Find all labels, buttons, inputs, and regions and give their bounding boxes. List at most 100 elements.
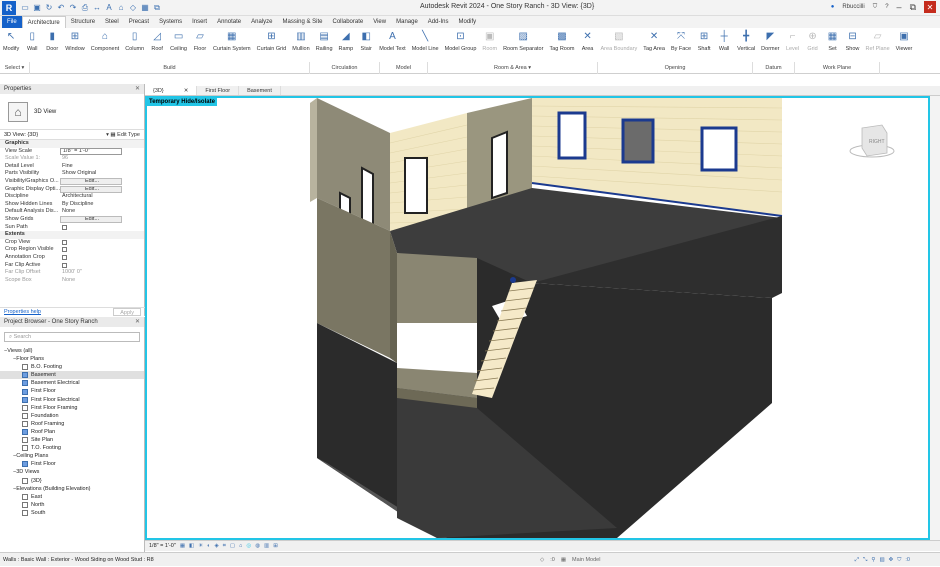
drag-elements-icon[interactable]: ✥ — [889, 553, 894, 567]
tab-add-ins[interactable]: Add-Ins — [423, 16, 454, 28]
print-icon[interactable]: ⎙ — [80, 3, 90, 13]
tree-item[interactable]: {3D} — [0, 477, 144, 485]
property-value[interactable]: 1/8" = 1'-0" — [60, 148, 122, 155]
ceiling-button[interactable]: ▭ Ceiling — [167, 30, 190, 53]
tree-item[interactable]: B.O. Footing — [0, 363, 144, 371]
tree-item[interactable]: South — [0, 509, 144, 517]
select-underlay-icon[interactable]: ⤡ — [863, 553, 867, 567]
checkbox-icon[interactable] — [62, 239, 67, 245]
selection-grip[interactable] — [510, 277, 516, 283]
edit-type-button[interactable]: ▾ ▦ Edit Type — [106, 132, 140, 138]
tree-item[interactable]: East — [0, 493, 144, 501]
ref-plane-button[interactable]: ▱ Ref Plane — [863, 30, 893, 53]
set-button[interactable]: ▦ Set — [823, 30, 843, 53]
tree-group[interactable]: − Ceiling Plans — [0, 452, 144, 460]
switch-windows-icon[interactable]: ⧉ — [152, 3, 162, 13]
property-value[interactable]: Edit... — [60, 216, 122, 223]
floor-button[interactable]: ▱ Floor — [190, 30, 210, 53]
vertical-button[interactable]: ╋ Vertical — [734, 30, 758, 53]
tree-item[interactable]: North — [0, 501, 144, 509]
model-selector[interactable]: Main Model — [572, 553, 600, 567]
tree-item[interactable]: T.O. Footing — [0, 444, 144, 452]
tree-group[interactable]: − 3D Views — [0, 468, 144, 476]
close-hidden-icon[interactable]: ▦ — [140, 3, 150, 13]
basement-mid-wall[interactable] — [397, 253, 477, 323]
ribbon-group-build[interactable]: Build — [30, 62, 310, 74]
text-icon[interactable]: A — [104, 3, 114, 13]
top-window-3[interactable] — [700, 126, 738, 172]
close-icon[interactable]: ✕ — [184, 86, 189, 95]
shadows-icon[interactable]: ◐ — [207, 541, 210, 551]
property-checkbox[interactable] — [60, 254, 122, 262]
property-checkbox[interactable] — [60, 246, 122, 254]
browser-search-input[interactable]: ⌕ Search — [4, 332, 140, 342]
tree-item[interactable]: First Floor — [0, 387, 144, 395]
property-checkbox[interactable] — [60, 239, 122, 247]
view-tab-3d[interactable]: {3D} ✕ — [145, 86, 198, 95]
wall-button[interactable]: ▯ Wall — [22, 30, 42, 53]
room-button[interactable]: ▣ Room — [479, 30, 500, 53]
area-button[interactable]: ✕ Area — [578, 30, 598, 53]
3d-viewport[interactable]: RIGHT Temporary Hide/Isolate — [145, 96, 930, 540]
by-face-button[interactable]: ⤧ By Face — [668, 30, 694, 53]
sync-icon[interactable]: ↻ — [44, 3, 54, 13]
show-button[interactable]: ⊟ Show — [843, 30, 863, 53]
close-icon[interactable]: ✕ — [135, 84, 140, 94]
tab-systems[interactable]: Systems — [154, 16, 187, 28]
viewport-scrollbar[interactable] — [930, 96, 940, 540]
model-text-button[interactable]: A Model Text — [376, 30, 409, 53]
tree-group[interactable]: − Elevations (Building Elevation) — [0, 485, 144, 493]
user-name[interactable]: Rbuccilli — [842, 4, 864, 10]
highlight-icon[interactable]: ⊞ — [273, 541, 278, 551]
view-scale[interactable]: 1/8" = 1'-0" — [149, 541, 176, 551]
ribbon-group-room-area[interactable]: Room & Area ▾ — [428, 62, 598, 74]
tag-area-button[interactable]: ✕ Tag Area — [640, 30, 668, 53]
window-button[interactable]: ⊞ Window — [62, 30, 88, 53]
ribbon-group-datum[interactable]: Datum — [753, 62, 795, 74]
analytical-icon[interactable]: ▥ — [264, 541, 269, 551]
workset-icon[interactable]: ◇ — [540, 553, 544, 567]
filter-icon[interactable]: ⛉ — [897, 553, 901, 567]
close-icon[interactable]: ✕ — [135, 317, 140, 327]
tree-item[interactable]: Roof Framing — [0, 420, 144, 428]
tab-manage[interactable]: Manage — [391, 16, 423, 28]
dormer-button[interactable]: ◤ Dormer — [758, 30, 782, 53]
top-window-2[interactable] — [621, 118, 655, 164]
roof-button[interactable]: ◿ Roof — [147, 30, 167, 53]
reveal-hidden-icon[interactable]: ◍ — [255, 541, 260, 551]
tree-item[interactable]: Roof Plan — [0, 428, 144, 436]
checkbox-icon[interactable] — [62, 224, 67, 230]
tab-analyze[interactable]: Analyze — [246, 16, 277, 28]
modify-button[interactable]: ↖ Modify — [0, 30, 22, 53]
tab-collaborate[interactable]: Collaborate — [328, 16, 369, 28]
window-middle[interactable] — [404, 157, 428, 214]
tree-item[interactable]: First Floor Framing — [0, 404, 144, 412]
temporary-isolate-icon[interactable]: ◎ — [246, 541, 251, 551]
crop-region-icon[interactable]: ▢ — [230, 541, 235, 551]
tab-massing-site[interactable]: Massing & Site — [277, 16, 327, 28]
checkbox-icon[interactable] — [62, 254, 67, 260]
shaft-button[interactable]: ⊞ Shaft — [694, 30, 714, 53]
checkbox-icon[interactable] — [62, 262, 67, 268]
select-pinned-icon[interactable]: ⚲ — [871, 553, 875, 567]
model-3d-view[interactable]: RIGHT — [147, 98, 928, 538]
top-window-1[interactable] — [557, 111, 587, 160]
select-links-icon[interactable]: ⤢ — [855, 553, 859, 567]
property-checkbox[interactable] — [60, 262, 122, 270]
door-button[interactable]: ▮ Door — [42, 30, 62, 53]
measure-icon[interactable]: ↔ — [92, 3, 102, 13]
railing-button[interactable]: ▤ Railing — [313, 30, 336, 53]
tab-structure[interactable]: Structure — [66, 16, 100, 28]
viewer-button[interactable]: ▣ Viewer — [893, 30, 916, 53]
type-selector[interactable]: ⌂ 3D View — [0, 94, 144, 130]
tree-item[interactable]: Basement Electrical — [0, 379, 144, 387]
cart-icon[interactable]: ⛉ — [873, 4, 878, 11]
ribbon-group-select[interactable]: Select ▾ — [0, 62, 30, 74]
ribbon-group-model[interactable]: Model — [380, 62, 428, 74]
mullion-button[interactable]: ▥ Mullion — [289, 30, 312, 53]
user-icon[interactable]: ● — [831, 4, 835, 10]
properties-help-link[interactable]: Properties help — [4, 308, 41, 316]
crop-icon[interactable]: ⌗ — [223, 541, 226, 551]
tree-item[interactable]: Foundation — [0, 412, 144, 420]
restore-icon[interactable]: ⧉ — [910, 2, 916, 13]
